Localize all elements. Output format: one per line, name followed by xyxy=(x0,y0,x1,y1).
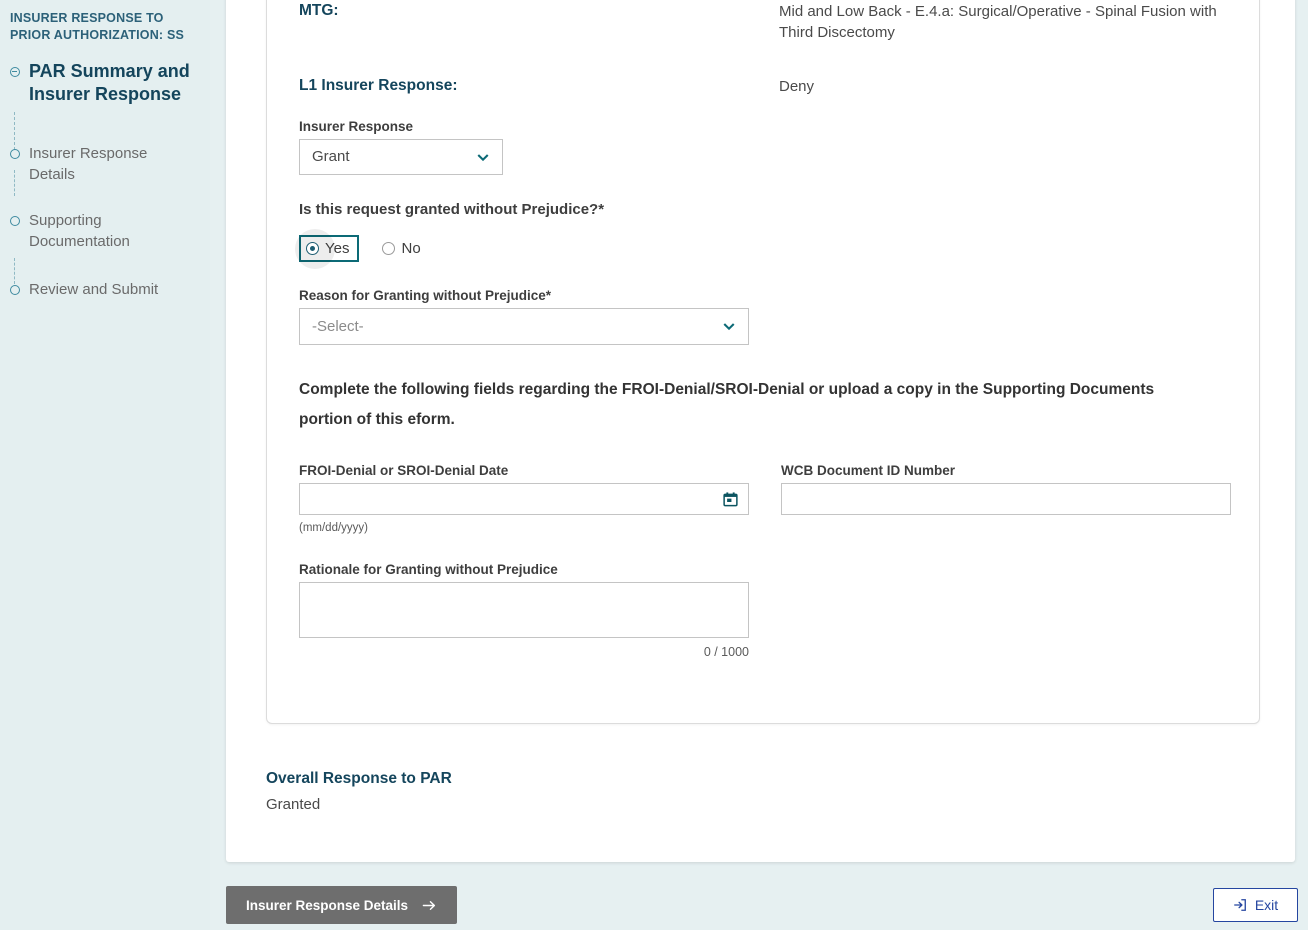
progress-stepper: PAR Summary and Insurer Response Insurer… xyxy=(10,60,196,302)
overall-response-value: Granted xyxy=(266,796,452,813)
chevron-down-icon xyxy=(477,151,488,162)
l1-insurer-response-label: L1 Insurer Response: xyxy=(299,76,779,97)
l1-insurer-response-row: L1 Insurer Response: Deny xyxy=(299,76,1227,97)
sidebar-item-label: Review and Submit xyxy=(29,280,196,301)
circle-icon xyxy=(10,216,20,226)
sidebar-title: INSURER RESPONSE TO PRIOR AUTHORIZATION:… xyxy=(10,10,196,44)
sidebar-item-label: PAR Summary and Insurer Response xyxy=(29,60,196,106)
sidebar-item-supporting-documentation[interactable]: Supporting Documentation xyxy=(10,211,196,252)
sidebar-item-label: Supporting Documentation xyxy=(29,211,196,252)
froi-sroi-instruction: Complete the following fields regarding … xyxy=(299,375,1204,435)
reason-select[interactable]: -Select- xyxy=(299,308,749,345)
rationale-label: Rationale for Granting without Prejudice xyxy=(299,562,1227,577)
radio-option-no[interactable]: No xyxy=(377,237,428,260)
sidebar: INSURER RESPONSE TO PRIOR AUTHORIZATION:… xyxy=(0,0,210,930)
rationale-textarea[interactable] xyxy=(299,582,749,638)
reason-label: Reason for Granting without Prejudice* xyxy=(299,288,749,303)
denial-date-hint: (mm/dd/yyyy) xyxy=(299,522,749,534)
calendar-icon[interactable] xyxy=(723,492,738,507)
wcb-doc-input[interactable] xyxy=(781,483,1231,515)
prejudice-question-group: Is this request granted without Prejudic… xyxy=(299,201,1227,264)
insurer-response-select[interactable]: Grant xyxy=(299,139,503,175)
reason-selected-value: -Select- xyxy=(312,318,364,335)
rationale-field: Rationale for Granting without Prejudice… xyxy=(299,562,1227,659)
main-panel: MTG: Mid and Low Back - E.4.a: Surgical/… xyxy=(226,0,1295,862)
wcb-doc-field: WCB Document ID Number xyxy=(781,463,1231,534)
prejudice-question-label: Is this request granted without Prejudic… xyxy=(299,201,1227,218)
denial-date-input[interactable] xyxy=(299,483,749,515)
sidebar-item-insurer-response-details[interactable]: Insurer Response Details xyxy=(10,144,196,185)
exit-button-label: Exit xyxy=(1255,897,1278,913)
mtg-label: MTG: xyxy=(299,1,779,22)
sidebar-item-review-and-submit[interactable]: Review and Submit xyxy=(10,280,196,302)
sidebar-item-label: Insurer Response Details xyxy=(29,144,196,185)
circle-icon xyxy=(10,149,20,159)
insurer-response-selected-value: Grant xyxy=(312,148,350,165)
insurer-response-label: Insurer Response xyxy=(299,119,503,134)
insurer-response-details-button[interactable]: Insurer Response Details xyxy=(226,886,457,924)
reason-field: Reason for Granting without Prejudice* -… xyxy=(299,288,749,345)
radio-no-label: No xyxy=(401,240,420,257)
radio-option-yes[interactable]: Yes xyxy=(299,235,359,262)
radio-yes-indicator xyxy=(306,242,319,255)
insurer-response-field: Insurer Response Grant xyxy=(299,119,503,175)
next-button-label: Insurer Response Details xyxy=(246,898,408,913)
radio-yes-label: Yes xyxy=(325,240,349,257)
app-screen: INSURER RESPONSE TO PRIOR AUTHORIZATION:… xyxy=(0,0,1308,930)
denial-date-label: FROI-Denial or SROI-Denial Date xyxy=(299,463,749,478)
overall-response-title: Overall Response to PAR xyxy=(266,770,452,788)
rationale-character-counter: 0 / 1000 xyxy=(299,645,749,659)
arrow-right-icon xyxy=(422,898,437,913)
radio-no-indicator xyxy=(382,242,395,255)
l1-insurer-response-value: Deny xyxy=(779,76,1227,97)
wcb-doc-label: WCB Document ID Number xyxy=(781,463,1231,478)
card-body: MTG: Mid and Low Back - E.4.a: Surgical/… xyxy=(267,0,1259,659)
denial-date-field: FROI-Denial or SROI-Denial Date xyxy=(299,463,749,534)
circle-icon xyxy=(10,285,20,295)
circle-minus-icon xyxy=(10,67,20,77)
exit-icon xyxy=(1233,898,1247,912)
sidebar-item-par-summary[interactable]: PAR Summary and Insurer Response xyxy=(10,60,196,106)
mtg-value: Mid and Low Back - E.4.a: Surgical/Opera… xyxy=(779,1,1227,44)
denial-fields-row: FROI-Denial or SROI-Denial Date xyxy=(299,463,1227,534)
step-connector xyxy=(14,170,15,196)
mtg-row: MTG: Mid and Low Back - E.4.a: Surgical/… xyxy=(299,1,1227,44)
prejudice-radio-group: Yes No xyxy=(299,234,1227,264)
par-summary-card: MTG: Mid and Low Back - E.4.a: Surgical/… xyxy=(266,0,1260,724)
chevron-down-icon xyxy=(723,321,734,332)
exit-button[interactable]: Exit xyxy=(1213,888,1298,922)
overall-response-section: Overall Response to PAR Granted xyxy=(266,770,452,813)
